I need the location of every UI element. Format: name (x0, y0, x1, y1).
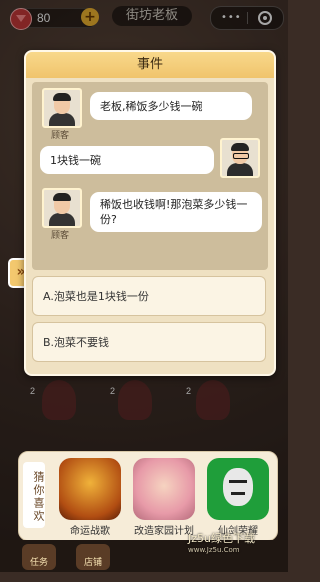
warrior-icon (59, 458, 121, 520)
game-name: 命运战歌 (70, 526, 110, 537)
watermark-url: www.Jz5u.Com (188, 546, 240, 554)
chat-area: 顾客 老板,稀饭多少钱一碗 1块钱一碗 顾客 稀饭也收钱啊!那泡菜多少钱一份? (32, 82, 268, 270)
dialog-title: 事件 (26, 52, 274, 78)
customer-avatar (42, 188, 82, 228)
site-watermark: Jz5u绿色下载 www.Jz5u.Com (188, 530, 255, 554)
tasks-tab[interactable]: 任务 (22, 544, 56, 570)
chat-bubble: 稀饭也收钱啊!那泡菜多少钱一份? (90, 192, 262, 232)
speaker-label: 顾客 (50, 131, 69, 141)
speaker-label: 顾客 (50, 231, 69, 241)
event-dialog: 事件 顾客 老板,稀饭多少钱一碗 1块钱一碗 顾客 稀饭也收钱啊!那泡菜多少钱一… (24, 50, 276, 376)
recommend-label: 猜你喜欢 (23, 462, 45, 528)
shop-tab[interactable]: 店铺 (76, 544, 110, 570)
option-b-button[interactable]: B.泡菜不要钱 (32, 322, 266, 362)
boss-avatar (220, 138, 260, 178)
chat-bubble: 1块钱一碗 (40, 146, 214, 174)
game-card[interactable]: 仙剑荣耀 (205, 458, 271, 537)
girl-icon (133, 458, 195, 520)
meme-face-icon (207, 458, 269, 520)
chat-bubble: 老板,稀饭多少钱一碗 (90, 92, 252, 120)
game-card[interactable]: 命运战歌 (57, 458, 123, 537)
watermark-text: Jz5u绿色下载 (188, 532, 255, 545)
customer-avatar (42, 88, 82, 128)
option-a-button[interactable]: A.泡菜也是1块钱一份 (32, 276, 266, 316)
game-card[interactable]: 改造家园计划 (131, 458, 197, 537)
recommended-games-panel: 猜你喜欢 命运战歌 改造家园计划 仙剑荣耀 (18, 451, 278, 541)
